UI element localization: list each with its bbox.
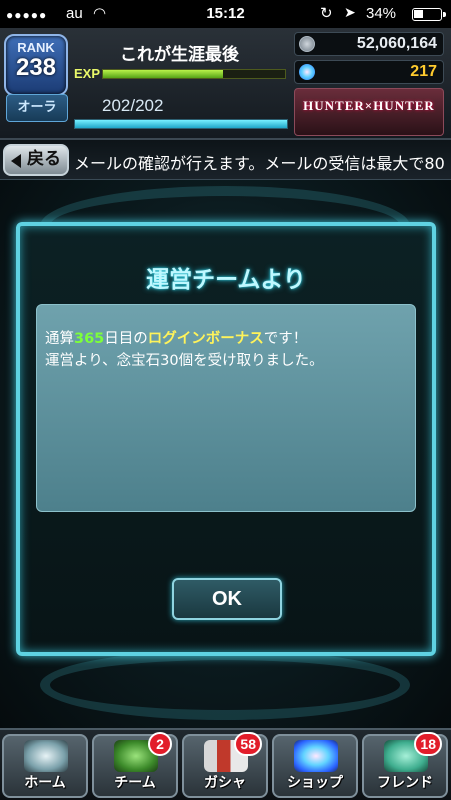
- player-name: これが生涯最後: [120, 45, 239, 65]
- bottom-nav: ホーム 2 チーム 58 ガシャ ショップ 18 フレンド: [0, 728, 451, 800]
- nav-home-label: ホーム: [24, 775, 66, 791]
- aura-value: 202/202: [102, 96, 164, 115]
- shop-icon: [294, 740, 338, 772]
- message-text: 通算: [45, 331, 74, 347]
- gem-value: 217: [410, 63, 437, 80]
- ticker-message: メールの確認が行えます。メールの受信は最大で80: [74, 154, 445, 173]
- nav-friend-button[interactable]: 18 フレンド: [362, 732, 448, 798]
- gem-counter[interactable]: 217: [294, 60, 444, 84]
- aura-label: オーラ: [6, 94, 68, 122]
- message-text: 日目の: [104, 331, 148, 347]
- back-arrow-icon: [11, 154, 21, 168]
- back-button-label: 戻る: [27, 149, 61, 169]
- gem-icon: [299, 64, 315, 80]
- news-ticker: 戻る メールの確認が行えます。メールの受信は最大で80: [0, 140, 451, 180]
- exp-fill: [103, 70, 223, 78]
- coin-icon: [299, 36, 315, 52]
- exp-track: [102, 69, 286, 79]
- gacha-badge: 58: [234, 732, 262, 756]
- dialog-title: 運営チームより: [146, 267, 306, 293]
- rank-label: RANK: [17, 40, 55, 55]
- rotation-lock-icon: ↻: [320, 5, 333, 22]
- rank-value: 238: [15, 54, 57, 81]
- login-bonus-label: ログインボーナス: [147, 331, 264, 347]
- exp-label: EXP: [74, 66, 101, 81]
- nav-gacha-button[interactable]: 58 ガシャ: [182, 732, 268, 798]
- aura-bar: オーラ 202/202: [6, 94, 288, 134]
- back-button[interactable]: 戻る: [3, 144, 69, 176]
- notice-dialog: 運営チームより 通算365日目のログインボーナスです！ 運営より、念宝石30個を…: [16, 222, 436, 656]
- friend-badge: 18: [414, 732, 442, 756]
- nav-team-label: チーム: [114, 775, 156, 791]
- nav-friend-label: フレンド: [377, 775, 433, 791]
- location-icon: ➤: [344, 4, 356, 20]
- player-hud: RANK 238 これが生涯最後 EXP オーラ 202/202 52,060,…: [0, 28, 451, 140]
- nav-shop-button[interactable]: ショップ: [272, 734, 358, 798]
- message-text: です！: [263, 331, 308, 347]
- background-ring: [40, 650, 410, 720]
- battery-icon: [412, 8, 446, 21]
- nav-home-button[interactable]: ホーム: [2, 734, 88, 798]
- ok-button[interactable]: OK: [172, 578, 282, 620]
- game-logo-text: HUNTER×HUNTER: [303, 98, 435, 113]
- rank-badge[interactable]: RANK 238: [4, 34, 68, 96]
- aura-track: [74, 119, 288, 129]
- home-icon: [24, 740, 68, 772]
- coin-counter[interactable]: 52,060,164: [294, 32, 444, 56]
- game-logo[interactable]: HUNTER×HUNTER: [294, 88, 444, 136]
- coin-value: 52,060,164: [356, 35, 437, 52]
- nav-gacha-label: ガシャ: [204, 775, 246, 791]
- message-line-1: 通算365日目のログインボーナスです！: [45, 327, 307, 348]
- status-bar: ●●●●● au ◠ 15:12 ↻ ➤ 34%: [0, 0, 451, 28]
- battery-percent: 34%: [366, 5, 397, 22]
- exp-bar: EXP: [70, 66, 288, 82]
- message-box: 通算365日目のログインボーナスです！ 運営より、念宝石30個を受け取りました。: [36, 304, 416, 512]
- message-line-2: 運営より、念宝石30個を受け取りました。: [45, 353, 324, 369]
- battery-level: [414, 10, 423, 18]
- aura-fill: [75, 120, 287, 128]
- login-days: 365: [74, 331, 105, 347]
- nav-shop-label: ショップ: [287, 775, 343, 791]
- team-badge: 2: [148, 732, 172, 756]
- nav-team-button[interactable]: 2 チーム: [92, 732, 178, 798]
